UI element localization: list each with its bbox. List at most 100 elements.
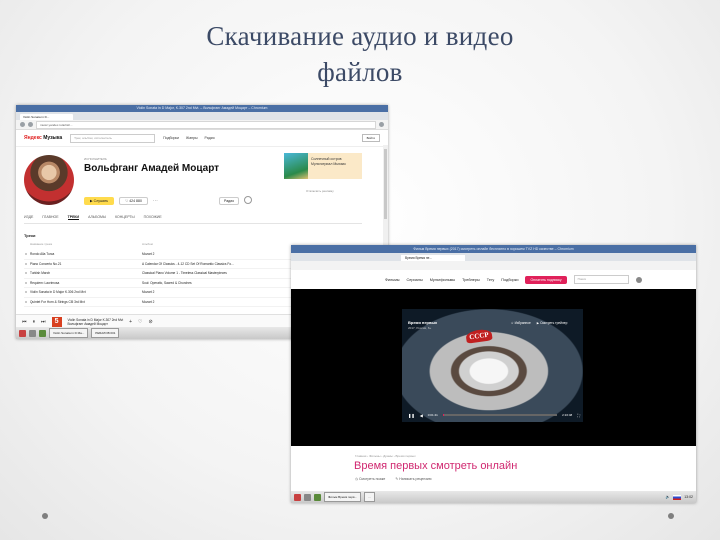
progress-fill (442, 414, 444, 416)
subtab[interactable]: ГЛАВНОЕ (42, 215, 58, 220)
tab-strip: Время Время пе... (291, 253, 696, 261)
time-total: 2:16:48 (562, 413, 573, 417)
subtab[interactable]: ПОХОЖИЕ (144, 215, 162, 220)
favorite-button[interactable]: ✩ Избранное (511, 321, 531, 325)
track-title: Rondo Alla Turca (30, 252, 55, 256)
user-icon[interactable] (635, 276, 642, 283)
nav-item[interactable]: Подборки (501, 278, 518, 282)
fullscreen-icon[interactable]: ⛶ (577, 413, 580, 418)
track-title: Violin Sonata in D Major K.306 2nd Mvt (30, 290, 86, 294)
nav-item[interactable]: Тегу (487, 278, 495, 282)
tab-strip: Violin Sonata in D... (16, 112, 388, 120)
artist-name: Вольфганг Амадей Моцарт (84, 163, 220, 174)
video-title: Время первых (408, 320, 438, 325)
watch-later-link[interactable]: ◷ Смотреть позже (355, 477, 385, 481)
menu-icon[interactable] (379, 122, 384, 127)
write-review-link[interactable]: ✎ Написать рецензию (395, 477, 431, 481)
now-playing: Violin Sonata in D Major K.307 2nd Mvt В… (68, 318, 124, 326)
search-input[interactable]: Трек, альбом, исполнитель (70, 133, 156, 143)
address-bar[interactable] (291, 261, 696, 270)
bullet-left (42, 513, 48, 519)
listen-button[interactable]: ▶ Слушать (84, 197, 115, 205)
disable-ads-link[interactable]: Отключить рекламу (306, 189, 334, 193)
track-dot-icon (25, 262, 27, 265)
url-field[interactable]: music.yandex.ru/artist/... (36, 120, 376, 129)
track-title: Quintet For Horn & Strings Cl5 3rd Mvt (30, 299, 85, 304)
slide-title-line2: файлов (317, 57, 403, 87)
yandex-music-logo[interactable]: Яндекс Музыка (24, 135, 62, 141)
clock: 13:02 (684, 495, 693, 499)
slide-title: Скачивание аудио и видео файлов (0, 18, 720, 90)
nav-item[interactable]: Радио (205, 136, 215, 140)
add-icon[interactable]: + (129, 319, 132, 325)
subtab-active[interactable]: ТРЕКИ (67, 215, 80, 220)
nav-item[interactable]: Жанры (186, 136, 198, 140)
start-icon[interactable] (19, 329, 26, 337)
search-input[interactable]: Поиск (573, 275, 629, 284)
task-button[interactable]: РЕБАЛОВ 001 (91, 328, 120, 338)
login-button[interactable]: Войти (361, 134, 380, 142)
artist-subtabs: ИЗДЕ ГЛАВНОЕ ТРЕКИ АЛЬБОМЫ КОНЦЕРТЫ ПОХО… (24, 215, 162, 220)
progress-bar[interactable] (442, 414, 558, 416)
pause-icon[interactable]: ❚❚ (408, 413, 415, 418)
trailer-button[interactable]: ▶ Смотреть трейлер (537, 321, 568, 325)
video-actions: ✩ Избранное ▶ Смотреть трейлер (511, 321, 567, 325)
start-icon[interactable] (294, 493, 301, 501)
subtab[interactable]: АЛЬБОМЫ (88, 215, 106, 220)
pause-icon[interactable]: ⏸ (33, 319, 36, 325)
desktop-icon[interactable] (29, 329, 36, 337)
bullet-right (668, 513, 674, 519)
app-icon[interactable] (39, 329, 46, 337)
track-album: Mozart 2 (142, 252, 155, 256)
reload-icon[interactable] (28, 122, 33, 127)
subtab[interactable]: ИЗДЕ (24, 215, 33, 220)
track-title: Piano Concerto No.21 (30, 261, 62, 266)
app-icon[interactable] (314, 493, 321, 501)
artist-avatar (24, 155, 74, 205)
system-tray: 🔈 13:02 (666, 494, 693, 500)
language-flag-icon[interactable] (673, 494, 682, 500)
like-button[interactable]: ♡ 424 880 (119, 197, 148, 205)
desktop-icon[interactable] (304, 493, 311, 501)
nav-item[interactable]: Подборки (163, 136, 179, 140)
video-player[interactable]: СССР Время первых 2017, Россия, 6+ ✩ Изб… (291, 289, 696, 446)
track-dot-icon (25, 253, 27, 255)
page-content: Главная › Фильмы › Драмы › Время первых … (291, 446, 696, 491)
dislike-icon[interactable]: ⊘ (149, 319, 153, 325)
nav-item[interactable]: Фильмы (385, 278, 400, 282)
browser-tab[interactable]: Violin Sonata in D... (20, 114, 73, 120)
subtab[interactable]: КОНЦЕРТЫ (115, 215, 135, 220)
page-links: ◷ Смотреть позже ✎ Написать рецензию (355, 477, 431, 481)
subscribe-button[interactable]: Оплатить подписку (525, 275, 567, 284)
volume-icon[interactable]: ◀ (420, 413, 423, 418)
radio-button[interactable]: Радио (219, 197, 240, 205)
back-icon[interactable] (20, 122, 25, 127)
task-button[interactable]: Violin Sonata in D Ma... (49, 328, 89, 338)
volume-icon[interactable]: 🔈 (666, 495, 670, 499)
ad-banner[interactable]: Солнечный остров Мультсериал Мьюзик (284, 153, 362, 179)
task-button[interactable]: Фильм Время перв... (324, 492, 362, 502)
nav-item[interactable]: Трейлеры (462, 278, 480, 282)
track-dot-icon (25, 291, 27, 293)
scrollbar-thumb[interactable] (384, 149, 387, 219)
task-button[interactable]: ... (364, 492, 375, 502)
slide-title-line1: Скачивание аудио и видео (206, 21, 514, 51)
like-icon[interactable]: ♡ (138, 319, 142, 325)
track-dot-icon (25, 281, 27, 284)
nav-item[interactable]: Мультфильмы (430, 278, 455, 282)
browser-tab[interactable]: Время Время пе... (401, 255, 465, 261)
now-playing-title: Violin Sonata in D Major K.307 2nd Mvt (67, 317, 124, 322)
video-site-screenshot: Фильм Время первых (2017) смотреть онлай… (291, 245, 696, 503)
previous-icon[interactable]: ⏮ (22, 319, 27, 325)
more-icon[interactable]: ⋯ (153, 198, 158, 204)
page-title: Время первых смотреть онлайн (354, 460, 518, 472)
nav-item[interactable]: Сериалы (407, 278, 423, 282)
now-playing-artist: Вольфганг Амадей Моцарт (67, 321, 108, 326)
breadcrumb[interactable]: Главная › Фильмы › Драмы › Время первых (355, 454, 416, 458)
player-controls: ❚❚ ◀ 0:01:41 2:16:48 ⛶ (408, 411, 580, 419)
track-dot-icon (25, 272, 27, 274)
track-title: Requiem: Lacrimosa (30, 280, 60, 285)
track-dot-icon (25, 300, 27, 303)
next-icon[interactable]: ⏭ (41, 319, 46, 325)
block-icon[interactable] (244, 196, 252, 204)
